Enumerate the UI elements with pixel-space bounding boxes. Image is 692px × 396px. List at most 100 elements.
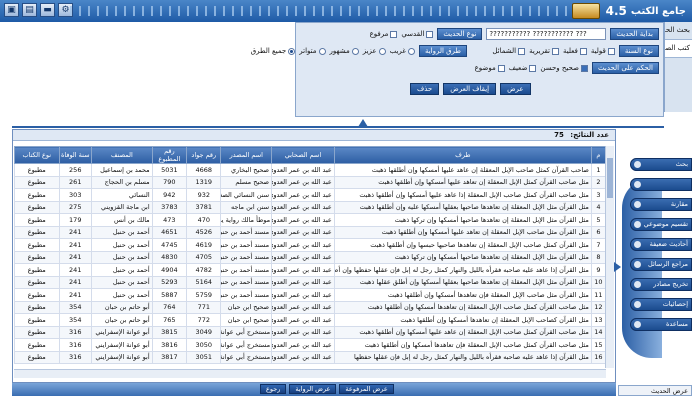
cell-print-no[interactable]: 765 — [151, 313, 188, 327]
cell-book-type[interactable]: مطبوع — [14, 338, 60, 352]
ruling-sahih[interactable]: صحيح وحسن — [540, 64, 588, 72]
cell-source[interactable]: مستخرج أبي عوانة — [220, 325, 273, 339]
cell-book-type[interactable]: مطبوع — [14, 213, 60, 227]
cell-companion[interactable]: عبد الله بن عمر العدوي — [271, 300, 335, 314]
checkbox[interactable] — [497, 64, 505, 72]
splitter[interactable] — [12, 118, 664, 128]
nav-item-references[interactable]: مراجع الرسائل — [630, 258, 692, 271]
cell-print-no[interactable]: 790 — [151, 175, 188, 189]
cell-author[interactable]: النسائي — [90, 188, 153, 202]
cell-index[interactable]: 16 — [590, 350, 606, 364]
table-row[interactable]: 13 مثل القرآن كصاحب الإبل المعقلة إن تعاه… — [14, 313, 606, 327]
nav-item-topical[interactable]: تقسيم موضوعي — [630, 218, 692, 231]
cell-book-type[interactable]: مطبوع — [14, 200, 60, 214]
cell-index[interactable]: 2 — [590, 175, 606, 189]
cell-source[interactable]: مسند أحمد بن حنبل — [220, 288, 273, 302]
cell-text[interactable]: مثل القرآن كصاحب الإبل المعقلة إن تعاهده… — [333, 313, 592, 327]
cell-death-year[interactable]: 241 — [58, 238, 92, 252]
cell-death-year[interactable]: 241 — [58, 263, 92, 277]
cell-author[interactable]: أحمد بن حنبل — [90, 225, 153, 239]
table-row[interactable]: 4 مثل القرآن مثل الإبل المعقلة إن تعاهدها… — [14, 200, 606, 214]
cell-jawad-no[interactable]: 772 — [186, 313, 222, 327]
nav-item-weak[interactable]: أحاديث ضعيفة — [630, 238, 692, 251]
col-header-source[interactable]: اسم المصدر — [220, 146, 273, 164]
checkbox[interactable] — [518, 47, 526, 55]
cell-print-no[interactable]: 4745 — [151, 238, 188, 252]
col-header-text[interactable]: طرف — [333, 146, 592, 164]
cell-jawad-no[interactable]: 3050 — [186, 338, 222, 352]
minimize-icon[interactable]: ▬ — [40, 3, 55, 17]
cell-print-no[interactable]: 4651 — [151, 225, 188, 239]
cell-jawad-no[interactable]: 932 — [186, 188, 222, 202]
cell-jawad-no[interactable]: 3051 — [186, 350, 222, 364]
table-row[interactable]: 5 مثل القرآن مثل الإبل المعقلة إن تعاهدها… — [14, 213, 606, 227]
sunnah-type-taqriri[interactable]: تقريرية — [529, 47, 559, 55]
cell-text[interactable]: مثل القرآن مثل صاحب الإبل المعقلة فإن تع… — [333, 288, 592, 302]
sunnah-type-shamail[interactable]: الشمائل — [492, 47, 526, 55]
cell-index[interactable]: 8 — [590, 250, 606, 264]
radio[interactable] — [407, 47, 415, 55]
cell-text[interactable]: مثل القرآن إذا عاهد عليه صاحبه فقرأه بال… — [333, 350, 592, 364]
cell-index[interactable]: 4 — [590, 200, 606, 214]
cell-book-type[interactable]: مطبوع — [14, 325, 60, 339]
narration-mutawatir[interactable]: متواتر — [299, 47, 326, 55]
cell-death-year[interactable]: 179 — [58, 213, 92, 227]
col-header-jawad-no[interactable]: رقم جواد — [186, 146, 222, 164]
cell-book-type[interactable]: مطبوع — [14, 225, 60, 239]
cell-companion[interactable]: عبد الله بن عمر العدوي — [271, 200, 335, 214]
cell-text[interactable]: مثل صاحب القرآن كمثل صاحب الإبل المعقلة … — [333, 188, 592, 202]
checkbox[interactable] — [581, 64, 588, 72]
narration-all[interactable]: جميع الطرق — [251, 47, 296, 55]
cell-text[interactable]: مثل صاحب القرآن كمثل صاحب الإبل المعقلة … — [333, 325, 592, 339]
cell-index[interactable]: 7 — [590, 238, 606, 252]
narration-mashhur[interactable]: مشهور — [330, 47, 359, 55]
cell-book-type[interactable]: مطبوع — [14, 263, 60, 277]
ruling-mawdu[interactable]: موضوع — [475, 64, 505, 72]
cell-index[interactable]: 15 — [590, 338, 606, 352]
cell-print-no[interactable]: 942 — [151, 188, 188, 202]
cell-print-no[interactable]: 5031 — [151, 163, 188, 177]
nav-item-help[interactable]: مساعدة — [630, 318, 692, 331]
radio[interactable] — [378, 47, 386, 55]
hadith-type-button[interactable]: نوع الحديث — [437, 28, 483, 40]
show-button[interactable]: عرض — [500, 83, 531, 95]
cell-source[interactable]: مسند أحمد بن حنبل — [220, 238, 273, 252]
stop-button[interactable]: إيقاف العرض — [443, 83, 497, 95]
cell-author[interactable]: ابن ماجة القزويني — [90, 200, 153, 214]
back-button[interactable]: رجوع — [260, 384, 287, 394]
cell-companion[interactable]: عبد الله بن عمر العدوي — [271, 313, 335, 327]
radio[interactable] — [351, 47, 359, 55]
cell-book-type[interactable]: مطبوع — [14, 175, 60, 189]
col-header-index[interactable]: م — [590, 146, 606, 164]
cell-print-no[interactable]: 4830 — [151, 250, 188, 264]
cell-death-year[interactable]: 354 — [58, 300, 92, 314]
cell-jawad-no[interactable]: 5759 — [186, 288, 222, 302]
cell-companion[interactable]: عبد الله بن عمر العدوي — [271, 263, 335, 277]
cell-author[interactable]: أحمد بن حنبل — [90, 288, 153, 302]
cell-text[interactable]: مثل صاحب القرآن كمثل الإبل المعقلة إن تع… — [333, 175, 592, 189]
cell-companion[interactable]: عبد الله بن عمر العدوي — [271, 288, 335, 302]
cell-index[interactable]: 10 — [590, 275, 606, 289]
cell-source[interactable]: صحيح ابن حبان — [220, 313, 273, 327]
cell-print-no[interactable]: 764 — [151, 300, 188, 314]
cell-death-year[interactable]: 303 — [58, 188, 92, 202]
cell-book-type[interactable]: مطبوع — [14, 275, 60, 289]
vertical-scrollbar[interactable] — [605, 146, 614, 368]
hadith-type-marfu[interactable]: مرفوع — [370, 30, 398, 38]
nav-item-2[interactable] — [630, 178, 692, 191]
cell-author[interactable]: أبو حاتم بن حبان — [90, 313, 153, 327]
cell-companion[interactable]: عبد الله بن عمر العدوي — [271, 163, 335, 177]
tab-companions-books[interactable]: كتب الصحابة — [665, 40, 692, 58]
cell-death-year[interactable]: 261 — [58, 175, 92, 189]
cell-source[interactable]: مستخرج أبي عوانة — [220, 350, 273, 364]
table-row[interactable]: 14 مثل صاحب القرآن كمثل صاحب الإبل المعقل… — [14, 325, 606, 339]
cell-companion[interactable]: عبد الله بن عمر العدوي — [271, 250, 335, 264]
cell-print-no[interactable]: 3783 — [151, 200, 188, 214]
cell-index[interactable]: 6 — [590, 225, 606, 239]
cell-source[interactable]: صحيح مسلم — [220, 175, 273, 189]
cell-author[interactable]: مسلم بن الحجاج — [90, 175, 153, 189]
cell-author[interactable]: أبو عوانة الإسفرايني — [90, 338, 153, 352]
cell-print-no[interactable]: 3817 — [151, 350, 188, 364]
sunnah-type-fili[interactable]: فعلية — [563, 47, 587, 55]
cell-death-year[interactable]: 316 — [58, 325, 92, 339]
